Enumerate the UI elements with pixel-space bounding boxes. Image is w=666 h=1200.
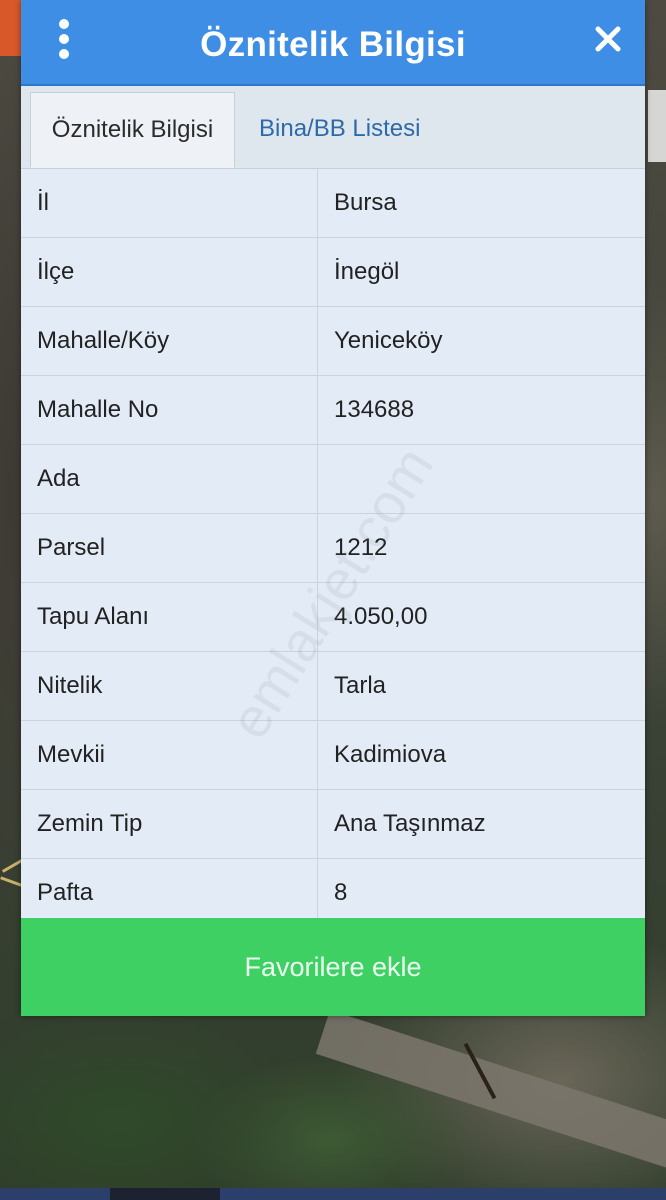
column-divider: [317, 583, 318, 651]
attribute-row: Mevkii Kadimiova: [21, 721, 645, 790]
attribute-value: Ana Taşınmaz: [334, 810, 486, 837]
attribute-row: Mahalle No 134688: [21, 376, 645, 445]
column-divider: [317, 721, 318, 789]
column-divider: [317, 445, 318, 513]
map-feature: [648, 90, 666, 162]
column-divider: [317, 307, 318, 375]
attribute-label: Nitelik: [37, 672, 103, 699]
panel-title: Öznitelik Bilgisi: [200, 25, 466, 64]
attribute-value: Bursa: [334, 189, 397, 216]
attribute-row: Nitelik Tarla: [21, 652, 645, 721]
close-icon[interactable]: [591, 22, 625, 56]
attribute-value: Yeniceköy: [334, 327, 443, 354]
map-feature: [0, 0, 22, 56]
attribute-label: Parsel: [37, 534, 106, 561]
panel-header: Öznitelik Bilgisi: [21, 0, 645, 86]
attribute-label: İl: [37, 189, 49, 216]
attribute-label: Tapu Alanı: [37, 603, 150, 630]
add-to-favorites-button[interactable]: Favorilere ekle: [21, 918, 645, 1016]
attribute-row: Zemin Tip Ana Taşınmaz: [21, 790, 645, 859]
attribute-label: Mahalle/Köy: [37, 327, 170, 354]
column-divider: [317, 376, 318, 444]
map-toolbar-strip: [0, 1188, 666, 1200]
attribute-label: Zemin Tip: [37, 810, 143, 837]
attribute-value: İnegöl: [334, 258, 400, 285]
attribute-value: Kadimiova: [334, 741, 447, 768]
attribute-value: 134688: [334, 396, 415, 423]
attribute-value: Tarla: [334, 672, 387, 699]
attribute-row: Parsel 1212: [21, 514, 645, 583]
attribute-row: İl Bursa: [21, 169, 645, 238]
attribute-table: İl Bursa İlçe İnegöl Mahalle/Köy Yeniceköy Mah…: [21, 169, 645, 928]
attribute-row: Mahalle/Köy Yeniceköy: [21, 307, 645, 376]
attribute-label: Pafta: [37, 879, 94, 906]
column-divider: [317, 238, 318, 306]
column-divider: [317, 169, 318, 237]
tab-bar: Öznitelik Bilgisi Bina/BB Listesi: [21, 86, 645, 169]
attribute-label: Mahalle No: [37, 396, 159, 423]
attribute-value: 8: [334, 879, 348, 906]
attribute-value: 1212: [334, 534, 388, 561]
column-divider: [317, 652, 318, 720]
column-divider: [317, 859, 318, 927]
attribute-label: Ada: [37, 465, 80, 492]
attribute-info-panel: Öznitelik Bilgisi Öznitelik Bilgisi Bina…: [21, 0, 645, 1016]
column-divider: [317, 790, 318, 858]
tab-building-list[interactable]: Bina/BB Listesi: [243, 92, 436, 168]
attribute-value: 4.050,00: [334, 603, 428, 630]
column-divider: [317, 514, 318, 582]
attribute-label: İlçe: [37, 258, 75, 285]
attribute-row: Ada: [21, 445, 645, 514]
tab-attribute-info[interactable]: Öznitelik Bilgisi: [30, 92, 235, 168]
attribute-row: Tapu Alanı 4.050,00: [21, 583, 645, 652]
attribute-label: Mevkii: [37, 741, 106, 768]
attribute-row: İlçe İnegöl: [21, 238, 645, 307]
